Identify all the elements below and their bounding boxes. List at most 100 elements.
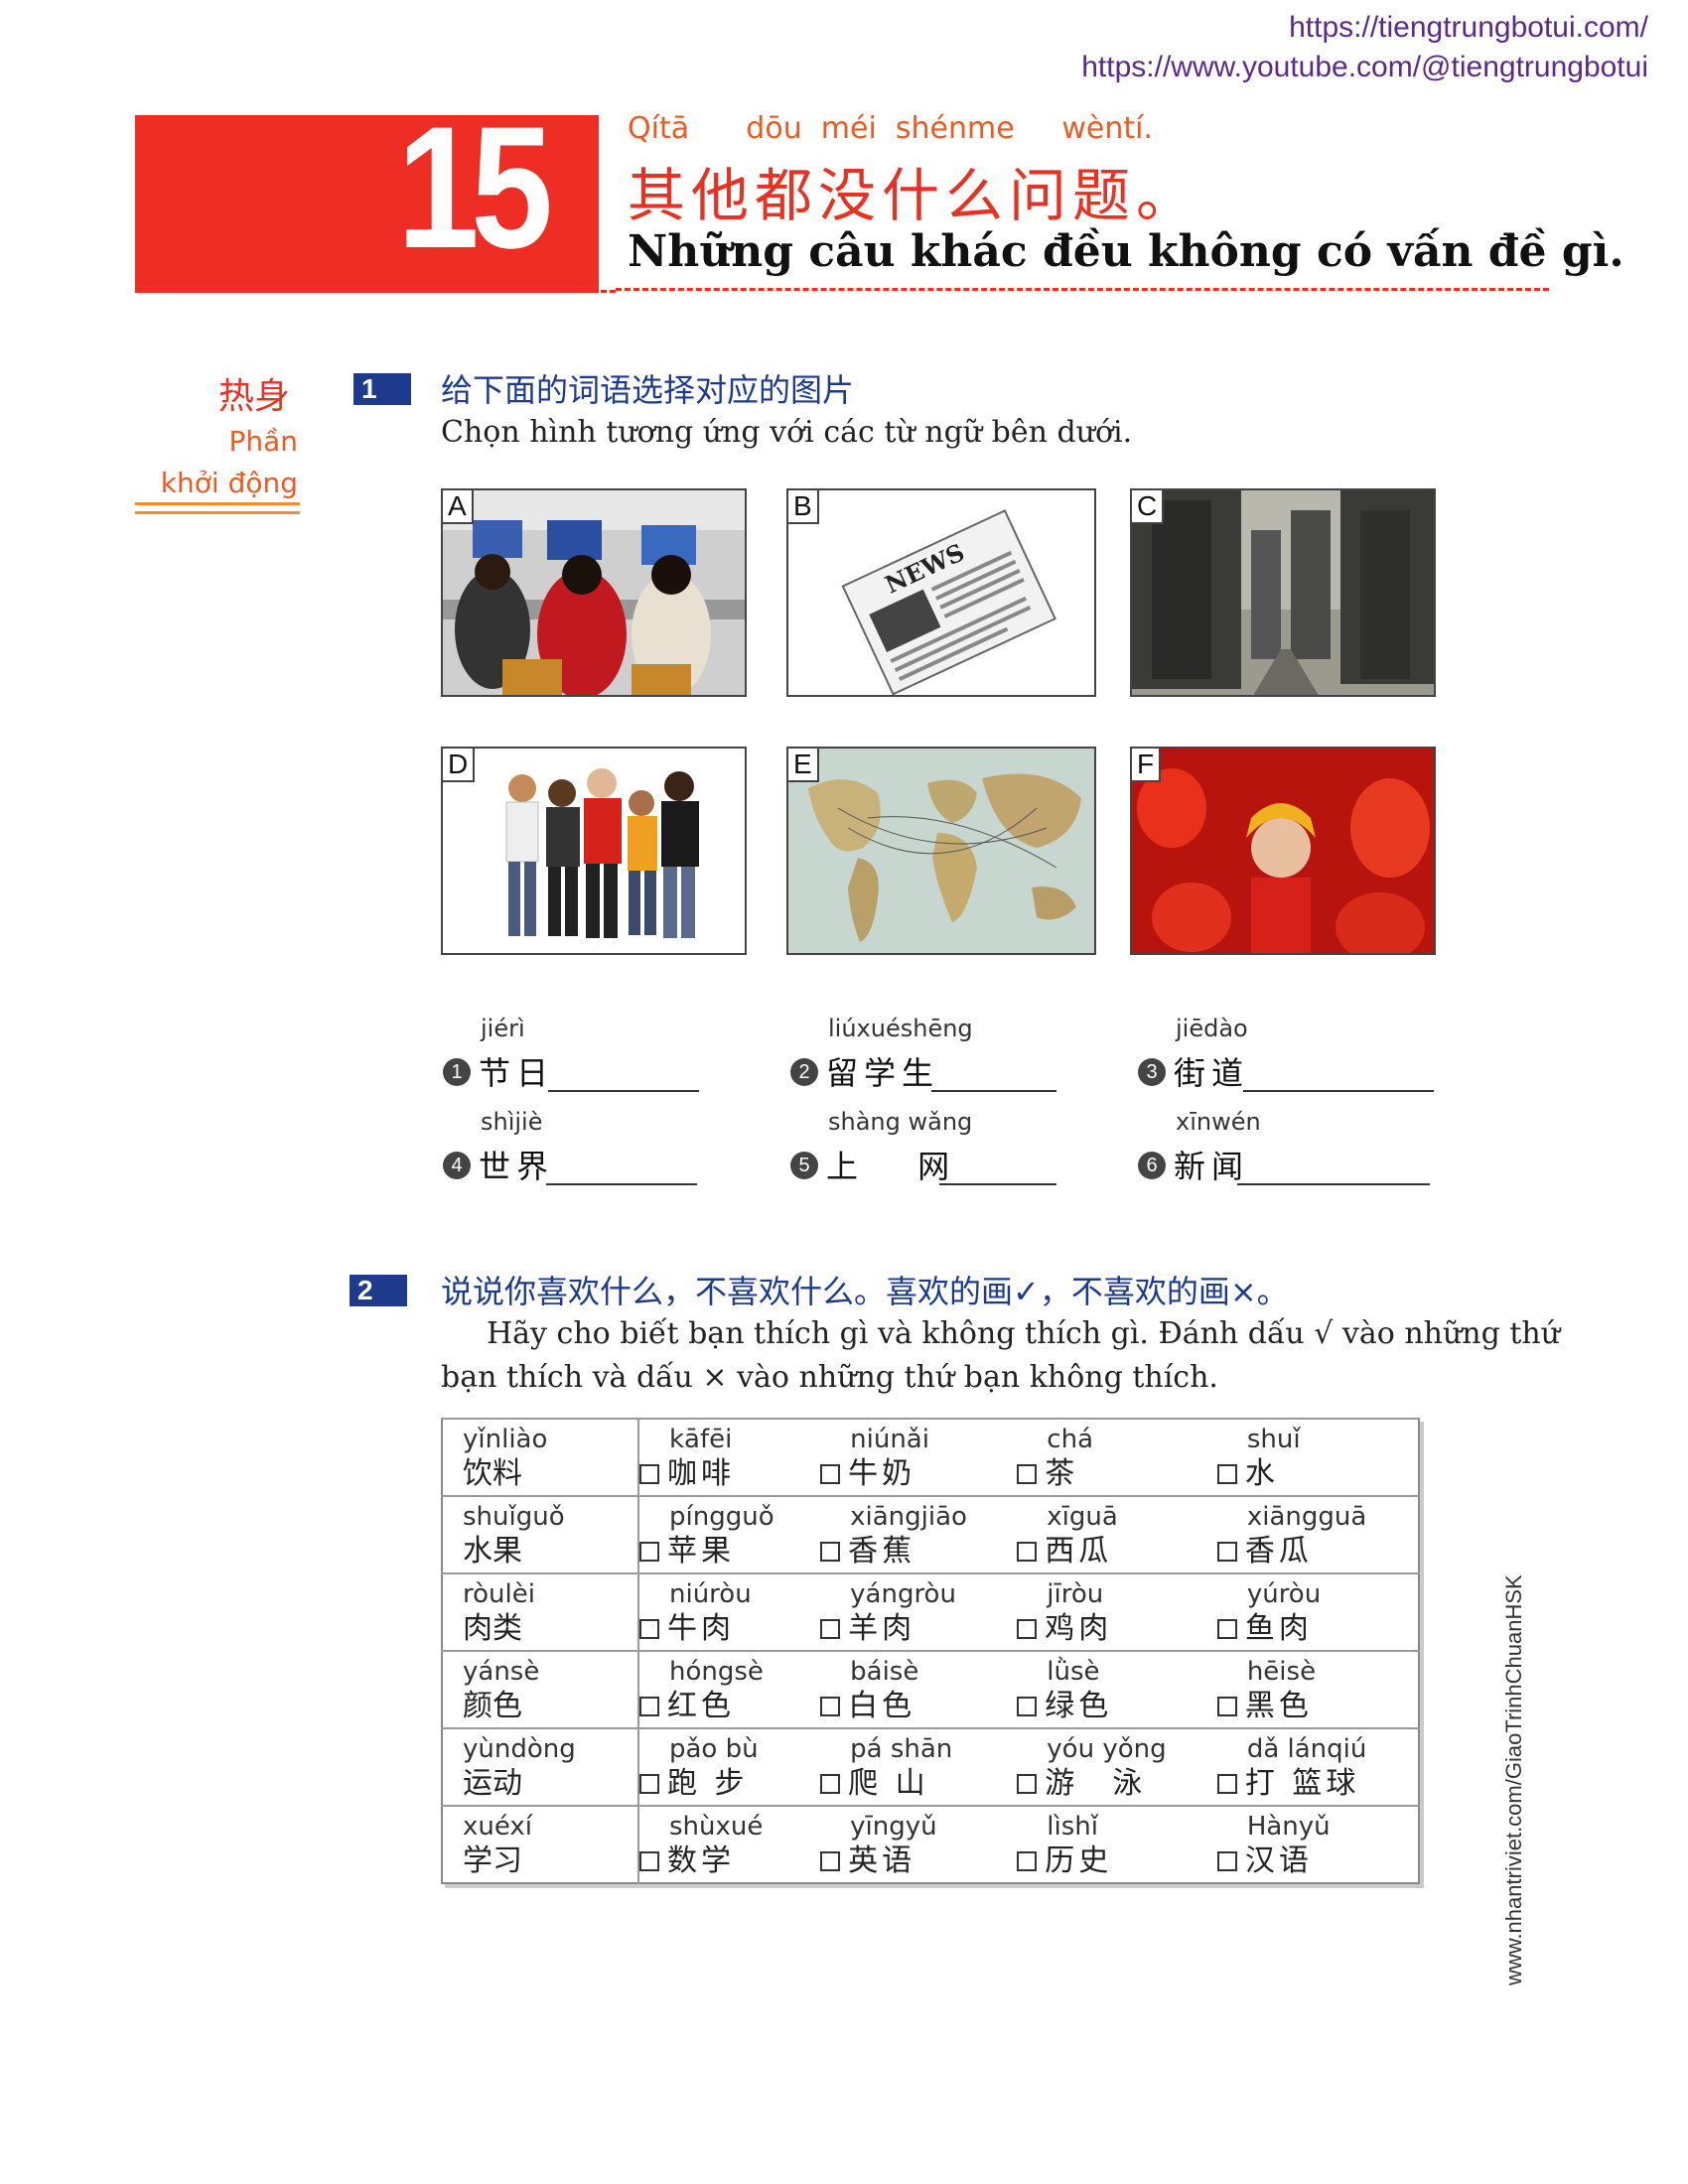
picture-letter: B (788, 490, 819, 524)
category-pinyin: ròulèi (463, 1579, 535, 1609)
item-cell: hēisè 黑色 (1216, 1650, 1419, 1728)
vocab-pinyin: liúxuéshēng (828, 1015, 973, 1042)
item-chinese: 牛奶 (848, 1456, 916, 1491)
checkbox[interactable] (820, 1697, 841, 1716)
answer-blank[interactable] (1243, 1090, 1434, 1092)
item-pinyin: niúnǎi (850, 1425, 929, 1454)
checkbox[interactable] (1017, 1774, 1038, 1794)
checkbox[interactable] (1216, 1851, 1237, 1871)
website-link[interactable]: https://tiengtrungbotui.com/ (1081, 8, 1648, 48)
table-row: yǐnliào 饮料 kāfēi 咖啡 niúnǎi 牛奶 chá 茶 shuǐ 水 (442, 1418, 1419, 1496)
checkbox[interactable] (820, 1851, 841, 1871)
checkbox[interactable] (1017, 1542, 1038, 1562)
checkbox[interactable] (639, 1774, 659, 1794)
vocab-number: 6 (1138, 1152, 1166, 1179)
item-pinyin: xiāngjiāo (850, 1502, 967, 1532)
title-divider (616, 288, 1549, 291)
item-chinese: 打 篮球 (1244, 1766, 1360, 1801)
checkbox[interactable] (1216, 1619, 1237, 1639)
answer-blank[interactable] (548, 1090, 699, 1092)
checkbox[interactable] (1216, 1464, 1237, 1484)
item-pinyin: yúròu (1246, 1579, 1322, 1609)
picture-a[interactable]: A (441, 488, 747, 697)
item-chinese: 英语 (848, 1843, 916, 1878)
checkbox[interactable] (639, 1542, 659, 1562)
item-chinese: 绿色 (1045, 1689, 1113, 1723)
category-chinese: 肉类 (463, 1611, 522, 1646)
category-chinese: 水果 (463, 1534, 522, 1569)
checkbox[interactable] (820, 1619, 841, 1639)
header-urls: https://tiengtrungbotui.com/ https://www… (1081, 8, 1648, 87)
picture-d[interactable]: D (441, 747, 747, 955)
vocab-number: 3 (1138, 1058, 1166, 1086)
item-chinese: 跑 步 (667, 1766, 749, 1801)
checkbox[interactable] (1216, 1697, 1237, 1716)
table-row: shuǐguǒ 水果 píngguǒ 苹果 xiāngjiāo 香蕉 xīguā 西瓜… (442, 1495, 1419, 1573)
item-chinese: 白色 (848, 1689, 916, 1723)
checkbox[interactable] (820, 1774, 841, 1794)
item-pinyin: yóu yǒng (1047, 1734, 1167, 1764)
category-pinyin: yùndòng (463, 1734, 576, 1764)
vocab-chinese: 留学生 (826, 1054, 940, 1092)
item-cell: pǎo bù 跑 步 (638, 1727, 821, 1806)
checkbox[interactable] (1017, 1697, 1038, 1716)
answer-blank[interactable] (939, 1183, 1056, 1185)
vocab-item-4: shìjiè 4 世界 (443, 1108, 771, 1187)
category-cell: yùndòng 运动 (442, 1727, 639, 1806)
vocab-item-6: xīnwén 6 新闻 (1138, 1108, 1466, 1187)
item-pinyin: xīguā (1047, 1502, 1118, 1532)
checkbox[interactable] (820, 1464, 841, 1484)
checkbox[interactable] (1017, 1851, 1038, 1871)
picture-c[interactable]: C (1130, 488, 1436, 697)
item-chinese: 咖啡 (667, 1456, 735, 1491)
vocab-pinyin: shàng wǎng (828, 1108, 973, 1136)
table-row: yánsè 颜色 hóngsè 红色 báisè 白色 lǜsè 绿色 hēisè 黑色 (442, 1650, 1419, 1728)
lesson-number: 15 (397, 91, 553, 285)
item-cell: dǎ lánqiú 打 篮球 (1216, 1727, 1419, 1806)
youtube-link[interactable]: https://www.youtube.com/@tiengtrungbotui (1081, 48, 1648, 87)
checkbox[interactable] (639, 1619, 659, 1639)
checkbox[interactable] (639, 1851, 659, 1871)
item-chinese: 西瓜 (1045, 1534, 1113, 1569)
table-row: yùndòng 运动 pǎo bù 跑 步 pá shān 爬 山 yóu yǒng… (442, 1727, 1419, 1806)
vocab-chinese: 新闻 (1174, 1148, 1250, 1185)
answer-blank[interactable] (931, 1090, 1056, 1092)
checkbox[interactable] (1017, 1619, 1038, 1639)
category-cell: shuǐguǒ 水果 (442, 1495, 639, 1573)
warmup-vi-line1: Phần (228, 425, 298, 458)
side-url[interactable]: www.nhantriviet.com/GiaoTrinhChuanHSK (1501, 1574, 1527, 1985)
picture-f[interactable]: F (1130, 747, 1436, 955)
checkbox[interactable] (820, 1542, 841, 1562)
picture-letter: F (1132, 749, 1162, 782)
item-chinese: 牛肉 (667, 1611, 735, 1646)
table-row: xuéxí 学习 shùxué 数学 yīngyǔ 英语 lìshǐ 历史 Hànyǔ… (442, 1805, 1419, 1883)
answer-blank[interactable] (1237, 1183, 1430, 1185)
answer-blank[interactable] (546, 1183, 697, 1185)
item-chinese: 鸡肉 (1045, 1611, 1113, 1646)
newspaper-image: NEWS (841, 509, 1056, 695)
item-chinese: 历史 (1045, 1843, 1113, 1878)
computer-lab-image (443, 490, 745, 695)
item-chinese: 红色 (667, 1689, 735, 1723)
checkbox[interactable] (1216, 1542, 1237, 1562)
item-cell: jīròu 鸡肉 (1017, 1572, 1217, 1651)
item-chinese: 苹果 (667, 1534, 735, 1569)
checkbox[interactable] (639, 1697, 659, 1716)
item-chinese: 茶 (1045, 1456, 1079, 1491)
item-chinese: 汉语 (1244, 1843, 1313, 1878)
warmup-vi-line2: khởi động (160, 467, 298, 499)
category-cell: ròulèi 肉类 (442, 1572, 639, 1651)
picture-e[interactable]: E (786, 747, 1096, 955)
vocab-pinyin: jiérì (481, 1015, 525, 1042)
picture-b[interactable]: NEWS B (786, 488, 1096, 697)
title-vietnamese: Những câu khác đều không có vấn đề gì. (628, 226, 1624, 277)
category-cell: xuéxí 学习 (442, 1805, 639, 1883)
world-map-image (788, 749, 1094, 953)
section-2-instruction-zh: 说说你喜欢什么，不喜欢什么。喜欢的画✓，不喜欢的画×。 (441, 1273, 1289, 1310)
checkbox[interactable] (1216, 1774, 1237, 1794)
checkbox[interactable] (1017, 1464, 1038, 1484)
table-row: ròulèi 肉类 niúròu 牛肉 yángròu 羊肉 jīròu 鸡肉 yúr… (442, 1572, 1419, 1651)
category-cell: yánsè 颜色 (442, 1650, 639, 1728)
item-cell: shùxué 数学 (638, 1805, 821, 1883)
checkbox[interactable] (639, 1464, 659, 1484)
